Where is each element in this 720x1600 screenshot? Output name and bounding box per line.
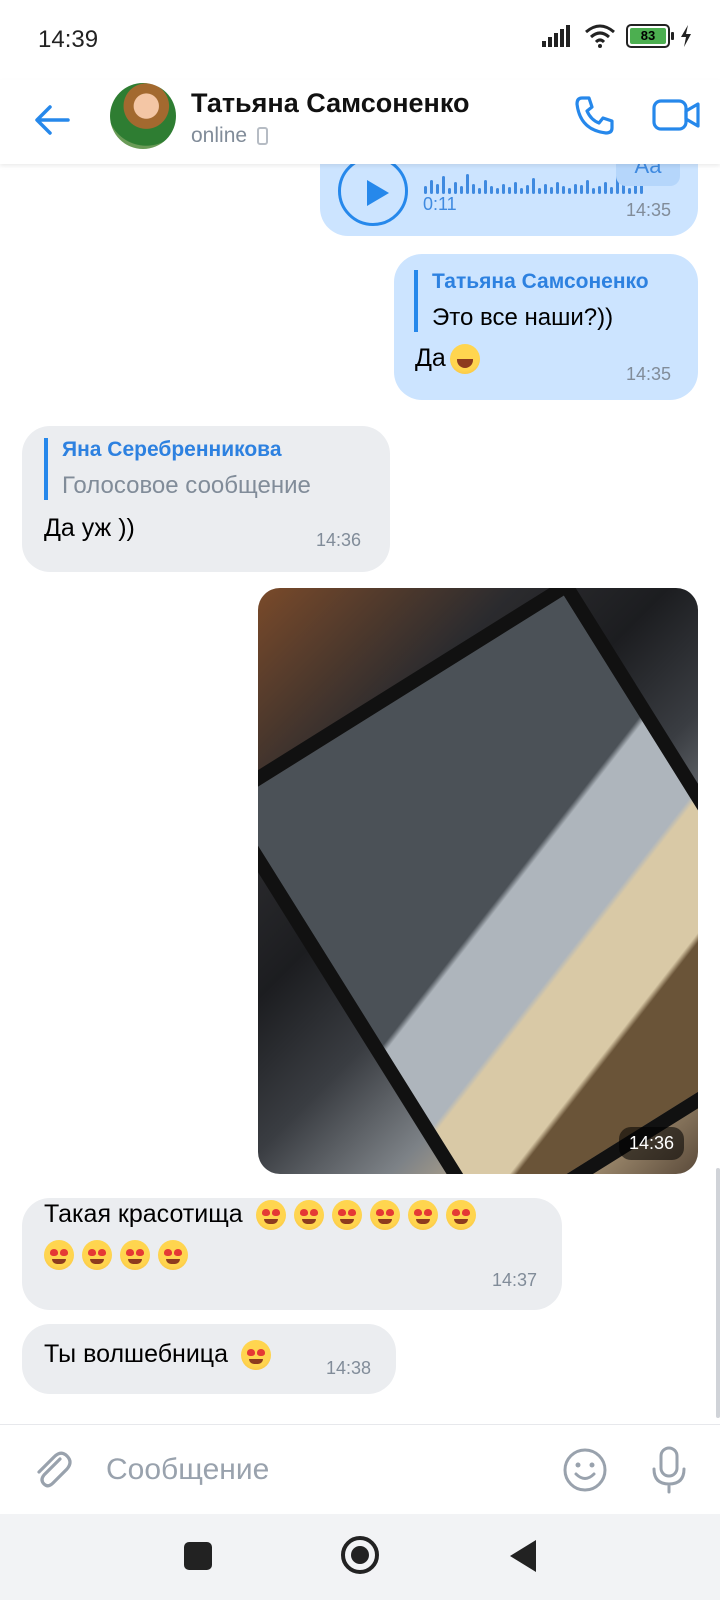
quote-text: Это все наши?)) bbox=[432, 304, 614, 331]
heart-eyes-emoji-icon bbox=[158, 1240, 188, 1271]
message-composer bbox=[0, 1424, 720, 1514]
heart-eyes-emoji-icon bbox=[331, 1200, 362, 1231]
message-time: 14:36 bbox=[316, 530, 362, 550]
battery-icon: 83 bbox=[626, 24, 674, 48]
back-triangle-icon[interactable] bbox=[510, 1540, 536, 1572]
heart-eyes-emoji-icon bbox=[255, 1200, 286, 1231]
laptop-screen-photo bbox=[258, 588, 698, 1174]
battery-level: 83 bbox=[630, 28, 666, 44]
quote-author: Яна Серебренникова bbox=[62, 438, 282, 461]
photo-message[interactable]: 14:36 bbox=[258, 588, 698, 1174]
heart-eyes-emoji-icon bbox=[240, 1340, 271, 1371]
system-nav-bar bbox=[0, 1514, 720, 1600]
mobile-device-icon bbox=[257, 127, 269, 145]
back-arrow-icon[interactable] bbox=[28, 96, 76, 144]
charging-icon bbox=[681, 25, 691, 47]
online-status: online bbox=[191, 124, 248, 147]
heart-eyes-emoji-icon bbox=[369, 1200, 400, 1231]
heart-eyes-emoji-icon bbox=[293, 1200, 324, 1231]
message-text: Да уж )) bbox=[44, 514, 135, 542]
reply-quote[interactable]: Яна Серебренникова Голосовое сообщение bbox=[44, 438, 311, 500]
transcribe-button[interactable]: Aa bbox=[616, 164, 680, 186]
status-bar: 14:39 83 bbox=[0, 0, 720, 80]
smile-icon[interactable] bbox=[562, 1447, 608, 1493]
status-time: 14:39 bbox=[38, 26, 99, 53]
quote-text: Голосовое сообщение bbox=[62, 472, 311, 499]
laughing-emoji-icon bbox=[449, 344, 480, 375]
status-icons: 83 bbox=[542, 24, 692, 48]
scrollbar[interactable] bbox=[716, 1168, 720, 1418]
message-time: 14:37 bbox=[492, 1270, 538, 1290]
recent-apps-icon[interactable] bbox=[184, 1542, 212, 1570]
message-text: Да bbox=[415, 344, 488, 375]
message-list[interactable]: Aa 0:11 14:35 Татьяна Самсоненко Это все… bbox=[0, 164, 720, 1424]
phone-call-icon[interactable] bbox=[572, 92, 618, 138]
message-text-content: Ты волшебница bbox=[44, 1340, 229, 1368]
message-text-content: Такая красотища bbox=[44, 1200, 243, 1228]
contact-status: online bbox=[191, 124, 269, 148]
heart-eyes-emoji-icon bbox=[44, 1240, 74, 1271]
quote-author: Татьяна Самсоненко bbox=[432, 270, 649, 293]
signal-icon bbox=[542, 25, 570, 47]
heart-eyes-emoji-icon bbox=[120, 1240, 150, 1271]
reply-quote[interactable]: Татьяна Самсоненко Это все наши?)) bbox=[414, 270, 649, 332]
paperclip-icon[interactable] bbox=[30, 1447, 76, 1493]
video-call-icon[interactable] bbox=[652, 94, 700, 136]
message-text: Такая красотища bbox=[44, 1192, 484, 1236]
message-time: 14:38 bbox=[326, 1358, 372, 1378]
avatar[interactable] bbox=[110, 83, 176, 149]
message-text-content: Да bbox=[415, 344, 446, 372]
chat-header: Татьяна Самсоненко online bbox=[0, 80, 720, 164]
voice-waveform[interactable] bbox=[424, 164, 643, 194]
microphone-icon[interactable] bbox=[646, 1445, 692, 1495]
message-text: Ты волшебница bbox=[44, 1340, 279, 1371]
message-text-line2 bbox=[44, 1232, 196, 1276]
wifi-icon bbox=[585, 24, 615, 48]
contact-name[interactable]: Татьяна Самсоненко bbox=[191, 88, 470, 119]
message-time: 14:35 bbox=[626, 200, 672, 220]
heart-eyes-emoji-icon bbox=[445, 1200, 476, 1231]
message-input[interactable] bbox=[106, 1447, 526, 1493]
message-time: 14:35 bbox=[626, 364, 672, 384]
heart-eyes-emoji-icon bbox=[407, 1200, 438, 1231]
voice-duration: 0:11 bbox=[423, 194, 457, 214]
home-icon[interactable] bbox=[341, 1536, 379, 1574]
heart-eyes-emoji-icon bbox=[82, 1240, 112, 1271]
message-time: 14:36 bbox=[618, 1127, 684, 1160]
